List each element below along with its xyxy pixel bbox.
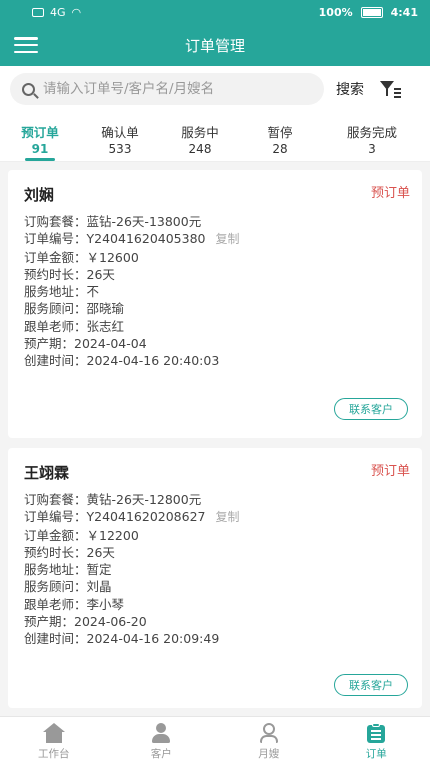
- field-consultant: 服务顾问：刘晶: [24, 579, 112, 595]
- order-card[interactable]: 王翊霖 预订单 订购套餐：黄钻-26天-12800元 订单编号：Y2404162…: [8, 448, 422, 708]
- field-package: 订购套餐：黄钻-26天-12800元: [24, 492, 202, 507]
- status-badge: 预订单: [370, 186, 410, 201]
- tab-confirmed[interactable]: 确认单 533: [80, 112, 160, 161]
- contact-customer-button[interactable]: 联系客户: [334, 674, 408, 696]
- tab-count: 3: [368, 142, 376, 156]
- customer-name: 刘娴: [24, 186, 55, 204]
- tab-count: 91: [31, 142, 49, 156]
- search-button[interactable]: 搜索: [336, 79, 364, 99]
- bottom-nav: 工作台 客户 月嫂 订单: [0, 716, 430, 765]
- tab-count: 28: [272, 142, 288, 156]
- home-icon: [42, 723, 65, 743]
- field-amount: 订单金额：￥12600: [24, 249, 139, 265]
- field-address: 服务地址：不: [24, 284, 100, 300]
- tab-label: 服务完成: [346, 125, 397, 140]
- copy-button[interactable]: 复制: [216, 510, 240, 524]
- field-created-time: 创建时间：2024-04-16 20:09:49: [24, 631, 220, 647]
- nav-label: 工作台: [38, 748, 70, 760]
- tab-label: 服务中: [181, 125, 219, 140]
- field-duration: 预约时长：26天: [24, 266, 115, 282]
- nav-label: 客户: [150, 748, 172, 760]
- tab-label: 预订单: [21, 125, 59, 140]
- tab-count: 248: [188, 142, 212, 156]
- field-amount: 订单金额：￥12200: [24, 527, 139, 543]
- search-box[interactable]: [10, 73, 324, 105]
- field-consultant: 服务顾问：邵晓瑜: [24, 301, 125, 317]
- field-created-time: 创建时间：2024-04-16 20:40:03: [24, 353, 220, 369]
- filter-icon[interactable]: [380, 79, 402, 99]
- status-badge: 预订单: [370, 464, 410, 479]
- app-header: 订单管理: [0, 24, 430, 66]
- notification-icon: [32, 7, 44, 17]
- status-bar: 4G ◠ 100% 4:41: [0, 0, 430, 24]
- tab-in-service[interactable]: 服务中 248: [160, 112, 240, 161]
- field-address: 服务地址：暂定: [24, 562, 112, 578]
- field-due-date: 预产期：2024-04-04: [24, 336, 147, 352]
- search-icon: [22, 82, 35, 96]
- search-bar: 搜索: [0, 66, 430, 112]
- field-duration: 预约时长：26天: [24, 544, 115, 560]
- nav-item-nannies[interactable]: 月嫂: [215, 717, 323, 765]
- wifi-icon: ◠: [71, 5, 82, 19]
- order-card[interactable]: 刘娴 预订单 订购套餐：蓝钻-26天-13800元 订单编号：Y24041620…: [8, 170, 422, 438]
- nav-label: 订单: [365, 748, 387, 760]
- tab-preorder[interactable]: 预订单 91: [0, 112, 80, 161]
- clock: 4:41: [390, 5, 418, 19]
- network-label: 4G: [50, 5, 66, 19]
- battery-icon: [360, 6, 383, 18]
- field-order-number: 订单编号：Y24041620208627 复制: [24, 509, 240, 525]
- tab-paused[interactable]: 暂停 28: [240, 112, 320, 161]
- status-tabs: 预订单 91 确认单 533 服务中 248 暂停 28 服务完成 3: [0, 112, 430, 162]
- menu-icon[interactable]: [14, 37, 38, 53]
- tab-completed[interactable]: 服务完成 3: [320, 112, 424, 161]
- field-teacher: 跟单老师：李小琴: [24, 596, 125, 612]
- battery-percent: 100%: [318, 5, 353, 19]
- order-icon: [365, 723, 387, 743]
- nav-item-workbench[interactable]: 工作台: [0, 717, 108, 765]
- field-teacher: 跟单老师：张志红: [24, 318, 125, 334]
- customer-name: 王翊霖: [24, 464, 70, 482]
- field-due-date: 预产期：2024-06-20: [24, 614, 147, 630]
- copy-button[interactable]: 复制: [216, 232, 240, 246]
- search-input[interactable]: [43, 81, 303, 97]
- nav-label: 月嫂: [258, 748, 280, 760]
- field-order-number: 订单编号：Y24041620405380 复制: [24, 231, 240, 247]
- tab-label: 暂停: [267, 125, 293, 140]
- user-icon: [150, 723, 172, 743]
- page-title: 订单管理: [184, 36, 245, 55]
- field-package: 订购套餐：蓝钻-26天-13800元: [24, 214, 202, 229]
- contact-customer-button[interactable]: 联系客户: [334, 398, 408, 420]
- tab-label: 确认单: [101, 125, 139, 140]
- nav-item-orders[interactable]: 订单: [323, 717, 430, 765]
- nanny-icon: [258, 723, 280, 743]
- nav-item-customers[interactable]: 客户: [108, 717, 216, 765]
- tab-count: 533: [108, 142, 132, 156]
